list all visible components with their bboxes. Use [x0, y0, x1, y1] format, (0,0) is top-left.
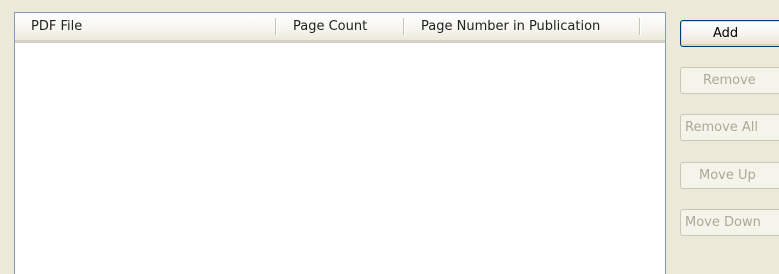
column-header-filler	[641, 13, 665, 40]
remove-button[interactable]: Remove	[680, 67, 779, 94]
move-down-button[interactable]: Move Down	[680, 209, 779, 236]
move-up-button[interactable]: Move Up	[680, 162, 779, 189]
remove-all-button[interactable]: Remove All	[680, 114, 779, 141]
list-body[interactable]	[15, 43, 665, 274]
column-header-label: Page Count	[293, 19, 368, 34]
pdf-file-list-panel: PDF File Page Count Page Number in Publi…	[0, 0, 779, 274]
add-button[interactable]: Add	[680, 20, 779, 47]
list-header: PDF File Page Count Page Number in Publi…	[15, 13, 665, 43]
column-header-page-count[interactable]: Page Count	[277, 13, 405, 40]
column-header-label: PDF File	[31, 19, 83, 34]
column-header-label: Page Number in Publication	[421, 19, 601, 34]
column-header-pdf-file[interactable]: PDF File	[15, 13, 277, 40]
column-header-page-number[interactable]: Page Number in Publication	[405, 13, 641, 40]
pdf-file-list[interactable]: PDF File Page Count Page Number in Publi…	[14, 12, 666, 274]
